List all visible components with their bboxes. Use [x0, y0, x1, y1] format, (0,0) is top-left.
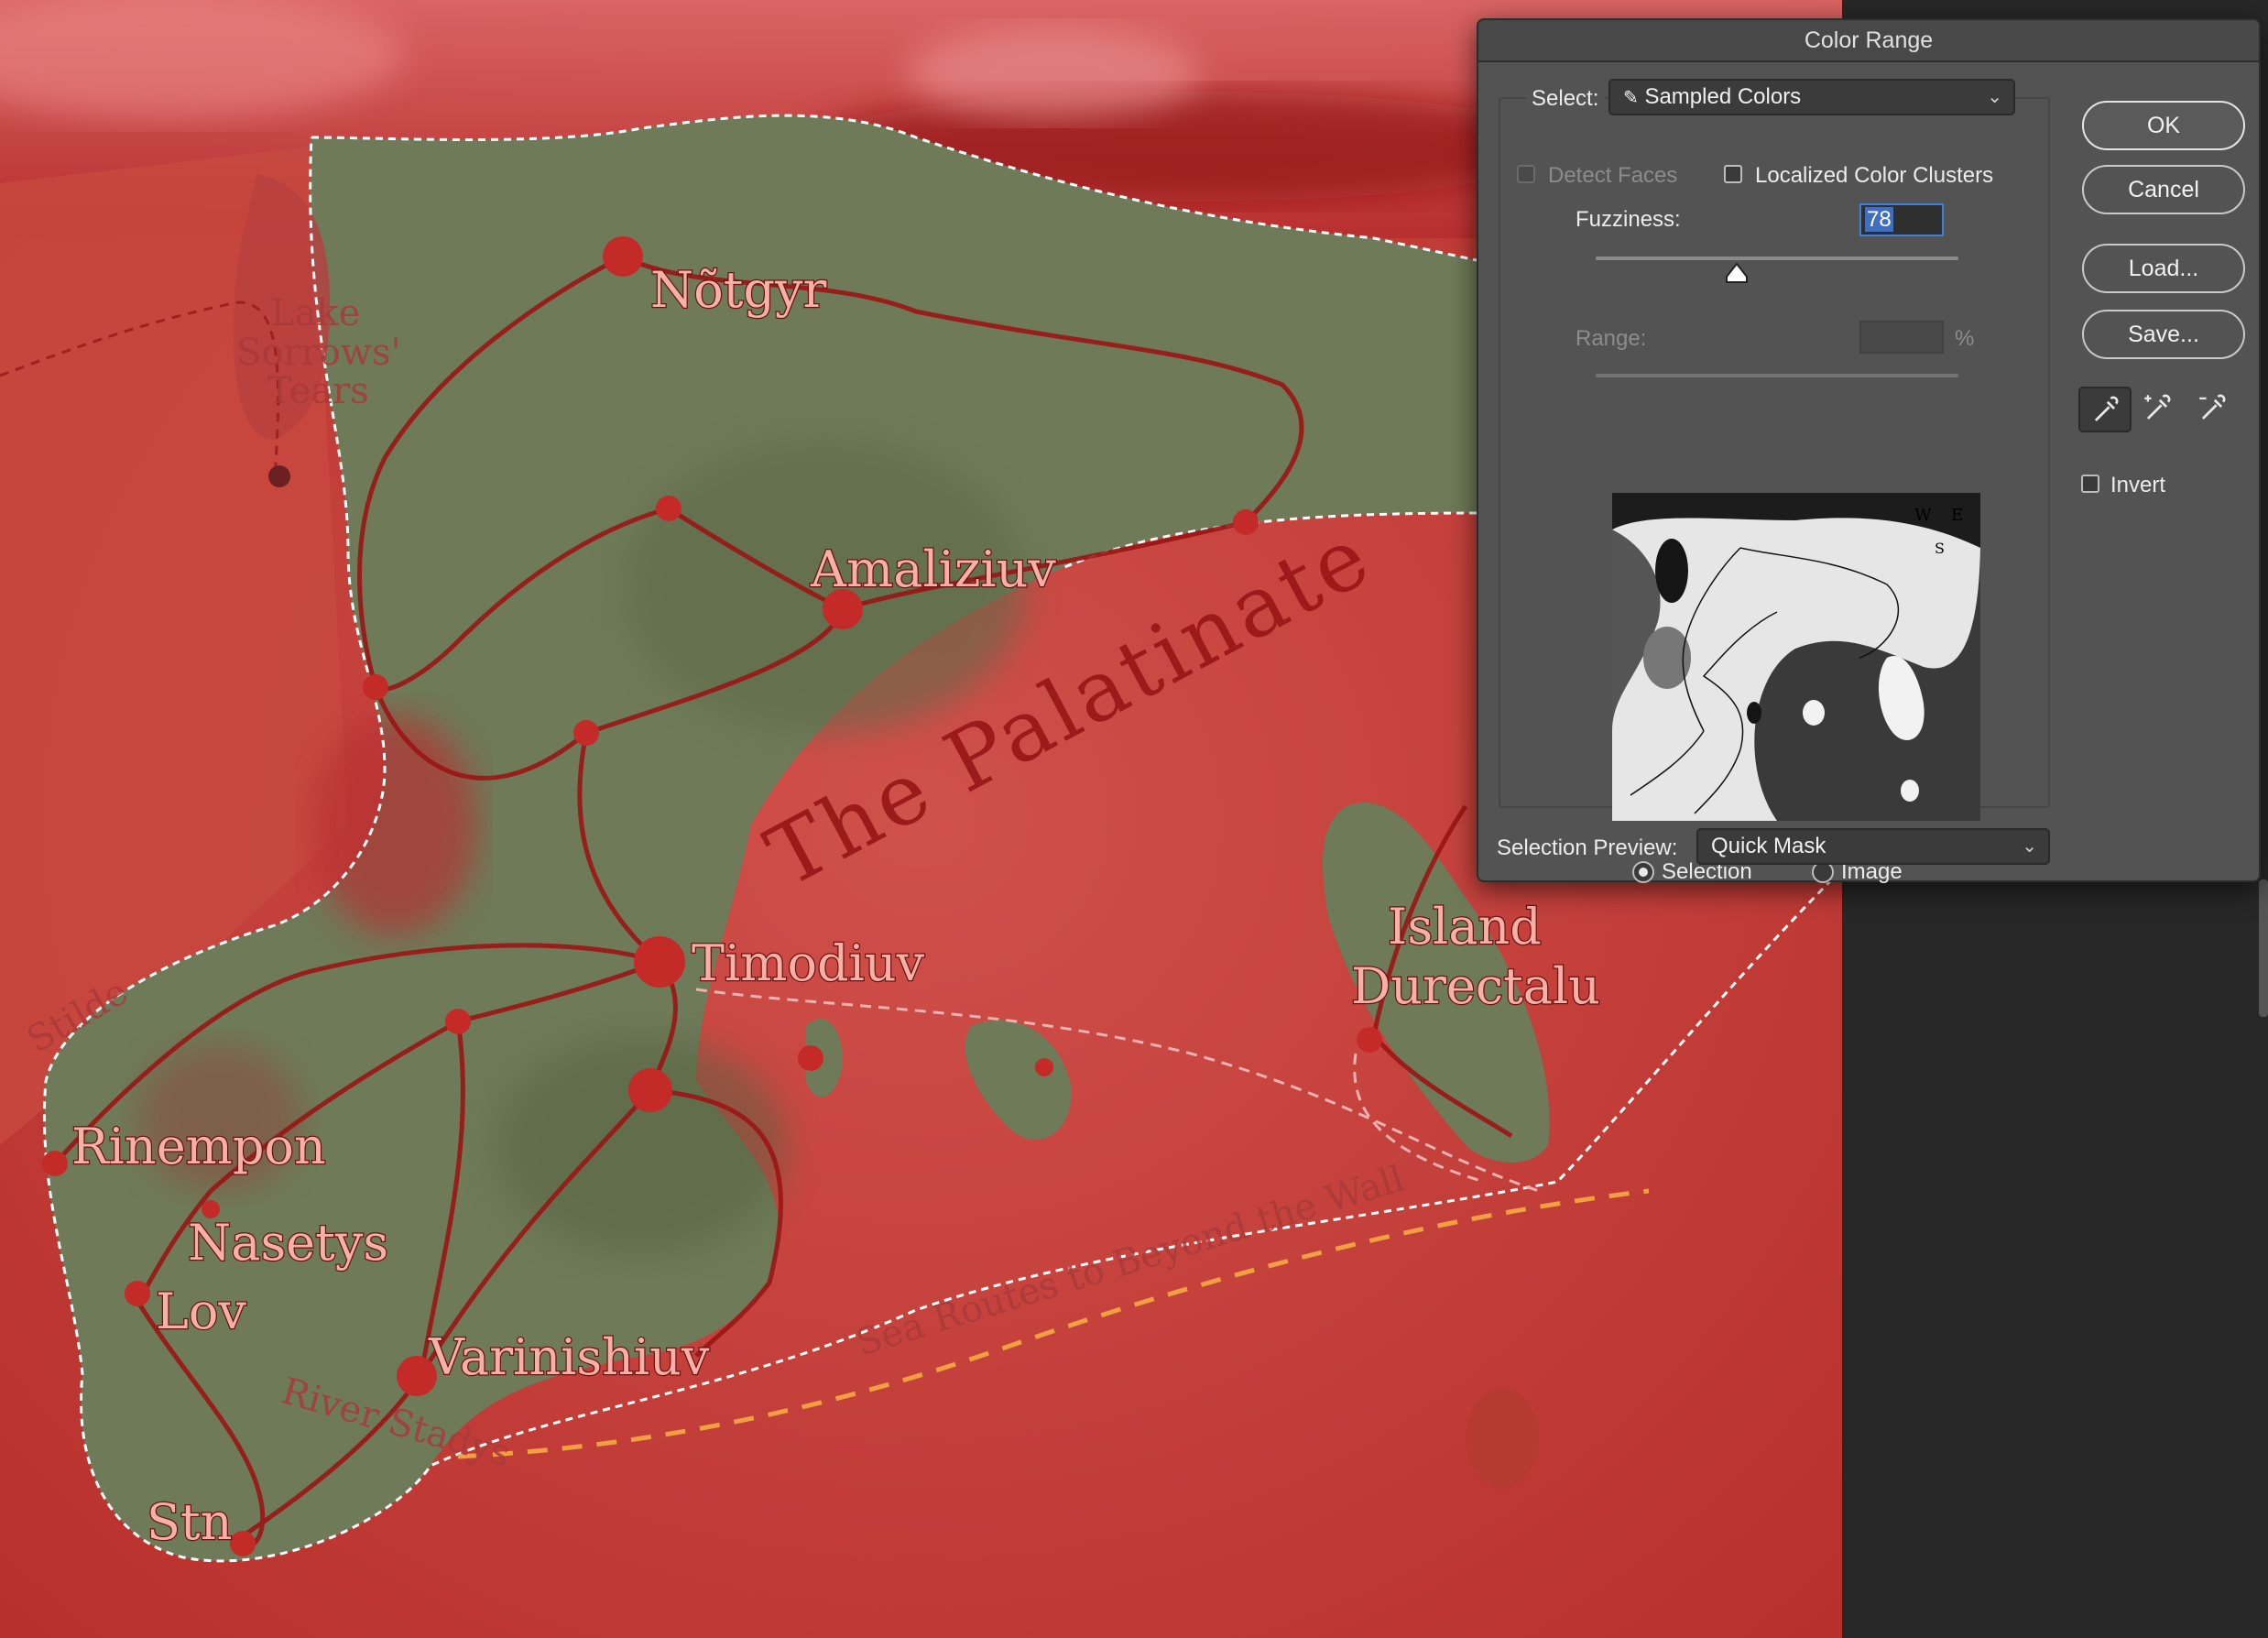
place-label: Timodiuv [692, 934, 925, 992]
fuzziness-input[interactable]: 78 [1859, 203, 1944, 236]
eyedropper-plus-tool[interactable] [2132, 387, 2186, 432]
chevron-down-icon: ⌄ [1987, 87, 2002, 107]
ok-button[interactable]: OK [2082, 101, 2245, 150]
select-label: Select: [1526, 81, 1605, 117]
selection-radio[interactable] [1632, 861, 1654, 883]
place-label: Varinishiuv [428, 1328, 710, 1386]
selection-preview-dropdown[interactable]: Quick Mask ⌄ [1696, 828, 2050, 865]
cancel-button[interactable]: Cancel [2082, 165, 2245, 214]
fuzziness-slider-track[interactable] [1596, 257, 1958, 260]
compass-w: W [1914, 506, 1932, 525]
eyedropper-icon: ✎ [1623, 88, 1639, 108]
invert-checkbox[interactable] [2081, 475, 2099, 493]
select-dropdown[interactable]: ✎ Sampled Colors ⌄ [1608, 79, 2015, 115]
select-value: Sampled Colors [1644, 84, 1802, 109]
eyedropper-plus-icon [2144, 394, 2171, 420]
load-button[interactable]: Load... [2082, 244, 2245, 293]
range-input[interactable] [1859, 321, 1944, 354]
place-label: Rinempon [71, 1118, 326, 1175]
lake-label-3: Tears [267, 370, 369, 412]
detect-faces-checkbox[interactable] [1517, 165, 1535, 183]
scrollbar[interactable] [2259, 879, 2268, 1017]
eyedropper-tool[interactable] [2078, 387, 2132, 432]
localized-clusters-label: Localized Color Clusters [1755, 163, 1994, 188]
selection-preview-label: Selection Preview: [1497, 835, 1678, 860]
invert-label: Invert [2110, 473, 2166, 497]
fuzziness-slider-thumb[interactable] [1725, 262, 1749, 284]
place-label: Nõtgyr [650, 261, 827, 319]
fuzziness-value: 78 [1865, 207, 1893, 232]
range-label: Range: [1576, 326, 1647, 351]
range-unit: % [1955, 326, 1975, 351]
place-label: Nasetys [188, 1214, 388, 1272]
chevron-down-icon: ⌄ [2022, 836, 2037, 857]
place-label: Amaliziuv [810, 541, 1056, 598]
detect-faces-label: Detect Faces [1548, 163, 1678, 188]
localized-clusters-checkbox[interactable] [1724, 165, 1742, 183]
compass-e: E [1951, 506, 1963, 525]
eyedropper-minus-tool[interactable] [2187, 387, 2241, 432]
selection-preview-thumbnail[interactable]: W E S [1612, 493, 1980, 821]
selection-preview-value: Quick Mask [1711, 834, 1826, 858]
compass-s: S [1935, 540, 1945, 557]
lake-label-1: Lake [270, 292, 360, 334]
options-panel: Select: ✎ Sampled Colors ⌄ Detect Faces … [1499, 79, 2050, 884]
color-range-dialog: Color Range Select: ✎ Sampled Colors ⌄ D… [1477, 18, 2261, 884]
preview-image: W E S [1612, 493, 1980, 821]
place-label: Stn [147, 1493, 232, 1551]
dialog-title[interactable]: Color Range [1478, 20, 2259, 62]
place-label: Island [1388, 898, 1542, 956]
place-label: Durectalu [1351, 957, 1600, 1015]
lake-label-2: Sorrows' [236, 332, 401, 374]
range-slider-track [1596, 374, 1958, 377]
eyedropper-minus-icon [2199, 394, 2226, 420]
fuzziness-label: Fuzziness: [1576, 207, 1681, 232]
place-label: Lov [156, 1283, 246, 1340]
eyedropper-icon [2094, 396, 2119, 421]
save-button[interactable]: Save... [2082, 310, 2245, 359]
